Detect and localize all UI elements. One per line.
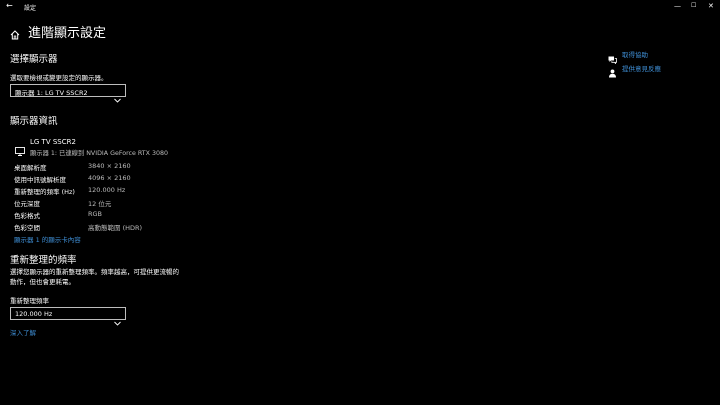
feedback-icon — [608, 63, 617, 82]
maximize-button[interactable]: ☐ — [691, 2, 696, 10]
refresh-rate-label: 重新整理頻率 — [10, 297, 49, 305]
info-key: 桌面解析度 — [14, 164, 47, 172]
monitor-icon — [15, 141, 25, 160]
back-button[interactable]: ← — [6, 1, 13, 10]
get-help-link[interactable]: 取得協助 — [622, 49, 648, 59]
minimize-button[interactable]: — — [674, 2, 681, 10]
monitor-name: LG TV SSCR2 — [30, 138, 76, 146]
info-value: 4096 × 2160 — [88, 174, 131, 182]
refresh-rate-heading: 重新整理的頻率 — [10, 255, 77, 266]
info-key: 使用中訊號解析度 — [14, 176, 66, 184]
select-display-label: 選取要檢視或變更設定的顯示器。 — [10, 74, 108, 82]
info-value: 120.000 Hz — [88, 186, 126, 194]
title-bar: ← 設定 — ☐ ✕ — [0, 0, 720, 14]
give-feedback-link[interactable]: 提供意見反應 — [622, 63, 661, 73]
chevron-down-icon — [114, 88, 121, 107]
info-value: 高動態範圍 (HDR) — [88, 224, 143, 232]
info-value: 12 位元 — [88, 200, 112, 208]
adapter-properties-link[interactable]: 顯示器 1 的顯示卡內容 — [14, 234, 81, 244]
display-info-heading: 顯示器資訊 — [10, 116, 58, 127]
home-icon[interactable] — [10, 25, 20, 44]
info-key: 重新整理的頻率 (Hz) — [14, 188, 75, 196]
refresh-rate-select-value: 120.000 Hz — [15, 310, 53, 318]
refresh-desc-line-1: 選擇您顯示器的重新整理頻率。頻率越高，可提供更流暢的 — [10, 268, 179, 276]
refresh-rate-description: 選擇您顯示器的重新整理頻率。頻率越高，可提供更流暢的 動作，但也會更耗電。 — [10, 267, 210, 287]
close-button[interactable]: ✕ — [708, 2, 714, 10]
app-title: 設定 — [24, 5, 37, 12]
refresh-desc-line-2: 動作，但也會更耗電。 — [10, 278, 75, 286]
display-select-value: 顯示器 1: LG TV SSCR2 — [15, 89, 88, 97]
display-select[interactable]: 顯示器 1: LG TV SSCR2 — [10, 84, 126, 103]
info-key: 色彩空間 — [14, 224, 40, 232]
page-title: 進階顯示設定 — [28, 26, 107, 41]
refresh-rate-select[interactable]: 120.000 Hz — [10, 307, 126, 326]
info-value: 3840 × 2160 — [88, 162, 131, 170]
chevron-down-icon — [114, 311, 121, 330]
info-value: RGB — [88, 210, 103, 218]
info-key: 色彩格式 — [14, 212, 40, 220]
learn-more-link[interactable]: 深入了解 — [10, 327, 36, 337]
select-display-heading: 選擇顯示器 — [10, 54, 58, 65]
info-key: 位元深度 — [14, 200, 40, 208]
monitor-connection: 顯示器 1: 已連線到 NVIDIA GeForce RTX 3080 — [30, 150, 168, 157]
